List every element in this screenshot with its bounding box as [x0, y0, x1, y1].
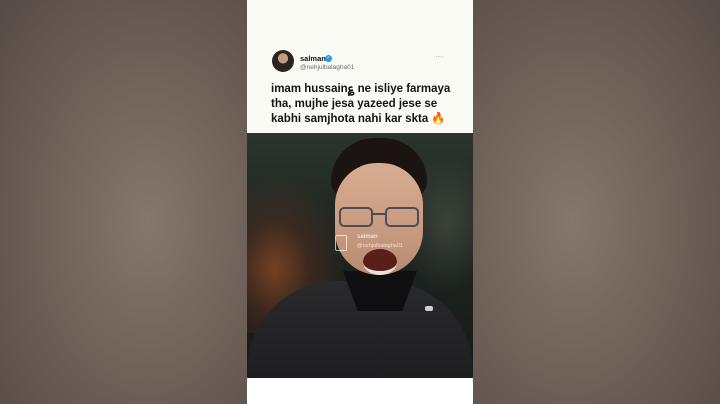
blurred-background-left	[0, 0, 247, 404]
tweet-user-handle[interactable]: @nehjulbalagha01	[300, 64, 354, 71]
short-video-frame[interactable]: salman ✓ @nehjulbalagha01 ⋯ imam hussain…	[247, 0, 473, 404]
lapel-pin	[425, 306, 433, 311]
watermark-handle: @nehjulbalagha01	[357, 243, 403, 249]
tweet-text-line: tha, mujhe jesa yazeed jese se	[271, 98, 438, 110]
tweet-text-line: imam hussain؏ ne isliye farmaya	[271, 83, 451, 95]
video-panel[interactable]: salman @nehjulbalagha01	[247, 133, 473, 378]
watermark-name: salman	[357, 234, 378, 240]
tweet-user-name[interactable]: salman	[300, 54, 326, 63]
blurred-background-right	[473, 0, 720, 404]
glasses-bridge	[373, 213, 385, 215]
glasses-right-lens	[385, 207, 419, 227]
watermark-logo-icon	[335, 235, 347, 251]
verified-badge-icon: ✓	[325, 55, 332, 62]
avatar[interactable]	[272, 50, 294, 72]
bottom-strip	[247, 378, 473, 404]
glasses-left-lens	[339, 207, 373, 227]
tweet-text-line: kabhi samjhota nahi kar skta 🔥	[271, 113, 446, 125]
tweet-text: imam hussain؏ ne isliye farmaya tha, muj…	[271, 82, 467, 127]
tweet-card: salman ✓ @nehjulbalagha01 ⋯ imam hussain…	[247, 0, 473, 133]
more-options-icon[interactable]: ⋯	[435, 52, 444, 61]
speaker-mouth	[363, 249, 397, 275]
